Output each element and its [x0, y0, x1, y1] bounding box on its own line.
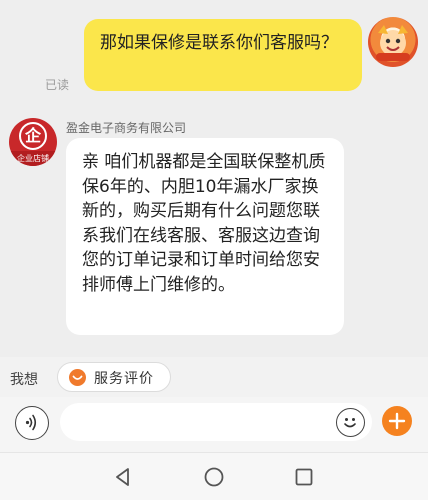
input-bar	[0, 397, 428, 452]
plus-icon	[388, 412, 406, 430]
shop-logo-mark: 企	[19, 122, 47, 150]
home-circle-icon[interactable]	[203, 466, 225, 488]
service-rating-label: 服务评价	[94, 371, 154, 387]
quick-actions-label: 我想	[10, 372, 38, 388]
shop-avatar[interactable]: 企 企业店铺	[9, 118, 57, 166]
cartoon-avatar-icon	[376, 25, 410, 61]
incoming-message[interactable]: 亲 咱们机器都是全国联保整机质保6年的、内胆10年漏水厂家换新的，购买后期有什么…	[66, 138, 344, 335]
emoji-button[interactable]	[336, 408, 365, 437]
voice-icon	[25, 414, 37, 431]
quick-actions-bar: 我想 服务评价	[0, 357, 428, 397]
voice-button[interactable]	[15, 406, 49, 440]
service-rating-button[interactable]: 服务评价	[57, 362, 171, 392]
outgoing-message[interactable]: 那如果保修是联系你们客服吗？	[84, 19, 362, 91]
user-avatar[interactable]	[368, 17, 418, 67]
read-status: 已读	[45, 78, 70, 92]
chat-area[interactable]: 那如果保修是联系你们客服吗？ 已读 企 企业店铺 盈金电子商务有限公司 亲 咱们…	[0, 0, 428, 357]
system-nav-bar	[0, 452, 428, 500]
more-actions-button[interactable]	[382, 406, 412, 436]
shop-badge-label: 企业店铺	[9, 151, 57, 166]
back-triangle-icon[interactable]	[112, 466, 134, 488]
incoming-message-text: 亲 咱们机器都是全国联保整机质保6年的、内胆10年漏水厂家换新的，购买后期有什么…	[82, 152, 326, 295]
outgoing-message-text: 那如果保修是联系你们客服吗？	[100, 33, 338, 53]
shop-name: 盈金电子商务有限公司	[66, 121, 187, 135]
message-input[interactable]	[60, 403, 372, 441]
emoji-icon	[344, 418, 356, 428]
service-rating-icon	[69, 369, 86, 386]
recent-square-icon[interactable]	[293, 466, 315, 488]
